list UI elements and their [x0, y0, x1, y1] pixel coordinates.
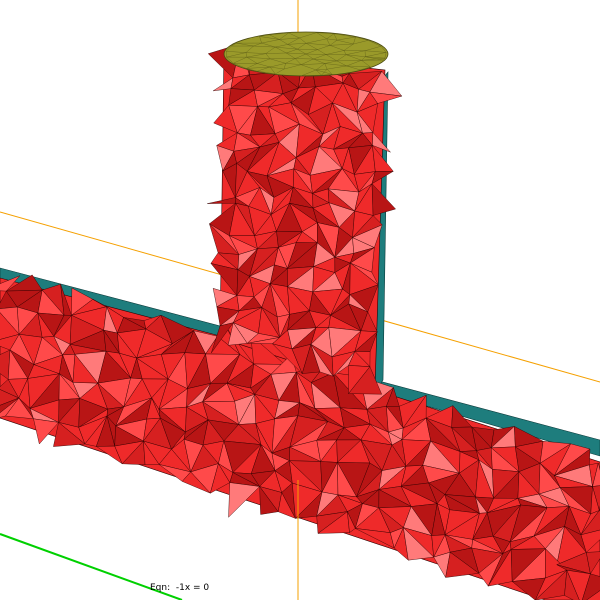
- mesh-scene[interactable]: [0, 0, 600, 600]
- 3d-viewport[interactable]: Eqn: -1x = 0: [0, 0, 600, 600]
- vertical-facet: [207, 197, 236, 204]
- tetrahedral-mesh: [0, 31, 600, 600]
- vertical-facet: [212, 77, 234, 92]
- clipping-plane-equation: Eqn: -1x = 0: [150, 583, 210, 593]
